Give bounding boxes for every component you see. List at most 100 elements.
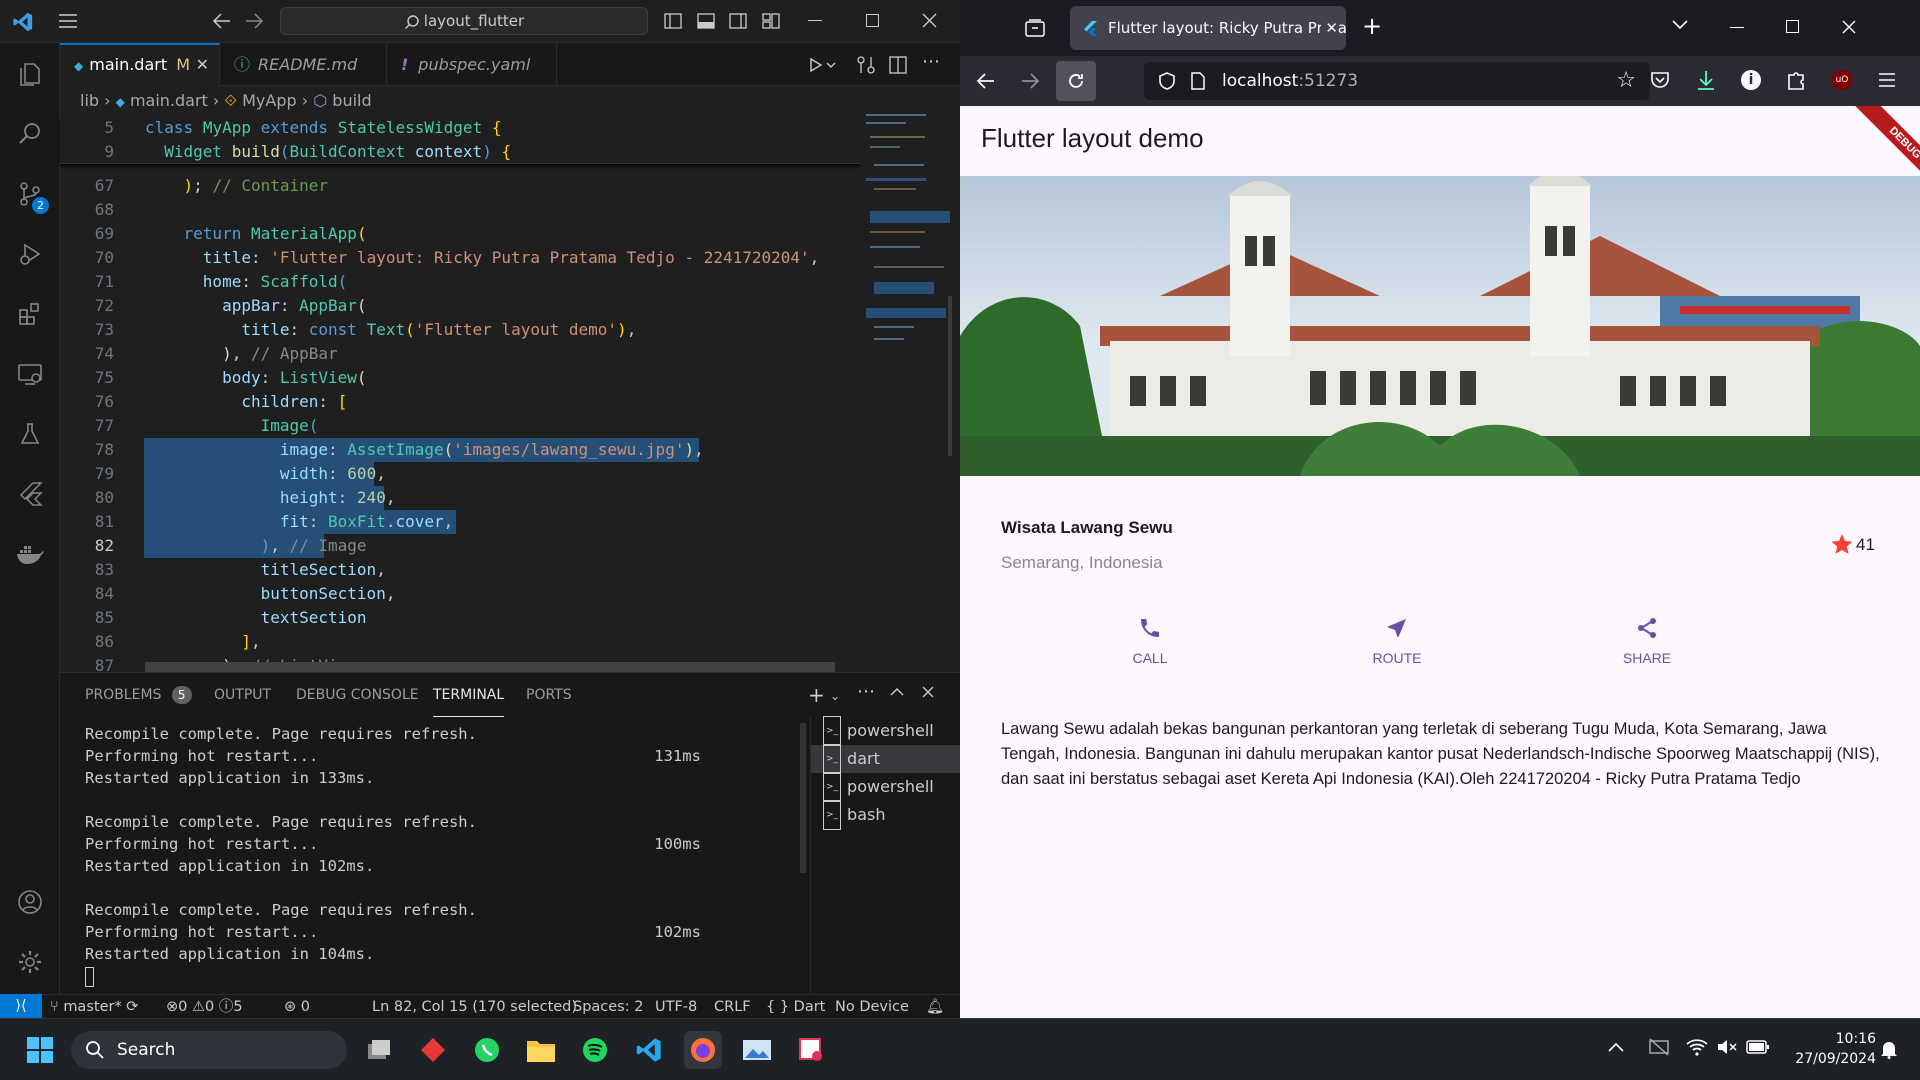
route-button[interactable]: ROUTE [1362, 616, 1432, 686]
extensions-icon[interactable] [0, 285, 60, 343]
firefox-taskbar-icon[interactable] [684, 1031, 722, 1069]
close-panel-icon[interactable] [922, 686, 934, 698]
tab-readme[interactable]: ⓘ README.md [220, 43, 387, 86]
more-actions-icon[interactable]: ⋯ [922, 51, 940, 72]
split-editor-icon[interactable] [888, 55, 908, 75]
show-hidden-icons-icon[interactable] [1608, 1041, 1624, 1053]
minimap[interactable] [860, 86, 960, 672]
reload-button[interactable] [1056, 61, 1096, 101]
breadcrumb-file[interactable]: main.dart [130, 91, 208, 110]
branch-indicator[interactable]: ⑂ master* ⟳ [50, 995, 138, 1018]
language-mode[interactable]: { } Dart [766, 995, 825, 1018]
new-terminal-icon[interactable]: + [808, 683, 825, 707]
extension-info-icon[interactable]: i [1741, 70, 1761, 90]
breadcrumb-class[interactable]: MyApp [242, 91, 297, 110]
maximize-icon[interactable] [1786, 20, 1799, 33]
terminal-item[interactable]: >_ dart [811, 744, 960, 774]
source-control-icon[interactable]: 2 [0, 165, 60, 223]
horizontal-scrollbar[interactable] [145, 662, 835, 672]
forward-arrow-icon[interactable] [244, 12, 264, 30]
tab-main-dart[interactable]: ◆ main.dart M ✕ [60, 43, 220, 86]
remote-indicator-icon[interactable]: ⟩⟨ [0, 994, 42, 1018]
device-selector[interactable]: No Device [835, 995, 909, 1018]
network-off-icon[interactable] [1648, 1037, 1670, 1057]
chevron-down-icon[interactable]: ⌄ [830, 689, 840, 703]
flutter-icon[interactable] [0, 465, 60, 523]
menu-icon[interactable] [58, 12, 78, 30]
volume-muted-icon[interactable] [1716, 1037, 1738, 1057]
cursor-position[interactable]: Ln 82, Col 15 (170 selected) [372, 995, 577, 1018]
customize-layout-icon[interactable] [762, 12, 780, 30]
whatsapp-icon[interactable] [468, 1031, 506, 1069]
settings-gear-icon[interactable] [0, 933, 60, 991]
tab-output[interactable]: OUTPUT [214, 673, 271, 717]
terminal-scrollbar[interactable] [800, 723, 806, 873]
snipping-tool-icon[interactable] [792, 1031, 830, 1069]
remote-explorer-icon[interactable] [0, 345, 60, 403]
vscode-taskbar-icon[interactable] [630, 1031, 668, 1069]
toggle-sidebar-icon[interactable] [664, 12, 682, 30]
url-bar[interactable]: localhost:51273 ☆ [1144, 62, 1650, 100]
code-editor[interactable]: 67 ); // Container 68 69 return Material… [60, 116, 860, 675]
taskbar-search-box[interactable]: Search [71, 1031, 347, 1069]
back-arrow-icon[interactable] [212, 12, 232, 30]
accounts-icon[interactable] [0, 873, 60, 931]
tab-pubspec[interactable]: ! pubspec.yaml [387, 43, 557, 86]
battery-icon[interactable] [1746, 1039, 1770, 1055]
back-arrow-icon[interactable] [976, 71, 996, 91]
firefox-view-icon[interactable] [1024, 18, 1046, 38]
run-icon[interactable] [807, 55, 837, 75]
command-center-search[interactable]: layout_flutter [280, 7, 648, 35]
share-button[interactable]: SHARE [1612, 616, 1682, 686]
clock[interactable]: 10:16 27/09/2024 [1786, 1029, 1876, 1069]
breadcrumb-method[interactable]: build [332, 91, 371, 110]
pocket-icon[interactable] [1650, 70, 1670, 90]
tab-terminal[interactable]: TERMINAL [433, 673, 505, 717]
testing-icon[interactable] [0, 405, 60, 463]
shield-icon[interactable] [1158, 72, 1176, 90]
problems-indicator[interactable]: ⊗0 ⚠0 ⓘ5 [166, 995, 243, 1018]
terminal-output[interactable]: Recompile complete. Page requires refres… [85, 723, 795, 987]
list-all-tabs-icon[interactable] [1672, 20, 1688, 30]
tab-ports[interactable]: PORTS [526, 673, 572, 717]
wifi-icon[interactable] [1686, 1037, 1708, 1057]
end-of-line[interactable]: CRLF [714, 995, 751, 1018]
ports-indicator[interactable]: ⊛ 0 [284, 995, 310, 1018]
notifications-bell-icon[interactable]: 🔔︎ [926, 995, 944, 1018]
new-tab-icon[interactable]: + [1362, 12, 1382, 40]
tab-close-icon[interactable]: ✕ [196, 45, 209, 85]
terminal-item[interactable]: >_ powershell [811, 772, 960, 802]
app-menu-icon[interactable] [1878, 72, 1896, 88]
ublock-origin-icon[interactable]: uO [1832, 70, 1852, 90]
minimize-icon[interactable] [808, 20, 822, 21]
file-explorer-icon[interactable] [522, 1031, 560, 1069]
notification-bell-icon[interactable] [1880, 1039, 1898, 1059]
terminal-item[interactable]: >_ bash [811, 800, 960, 830]
explorer-icon[interactable] [0, 45, 60, 103]
minimize-icon[interactable] [1730, 27, 1744, 28]
task-view-icon[interactable] [360, 1031, 398, 1069]
photos-icon[interactable] [738, 1031, 776, 1069]
toggle-secondary-sidebar-icon[interactable] [729, 12, 747, 30]
forward-arrow-icon[interactable] [1020, 71, 1040, 91]
breadcrumb-lib[interactable]: lib [80, 91, 99, 110]
tab-debug-console[interactable]: DEBUG CONSOLE [296, 673, 419, 717]
toggle-panel-icon[interactable] [697, 12, 715, 30]
search-view-icon[interactable] [0, 105, 60, 163]
more-actions-icon[interactable]: ⋯ [857, 681, 875, 702]
encoding[interactable]: UTF-8 [655, 995, 697, 1018]
indentation[interactable]: Spaces: 2 [573, 995, 643, 1018]
maximize-icon[interactable] [866, 14, 879, 27]
close-tab-icon[interactable]: ✕ [1321, 6, 1338, 50]
docker-icon[interactable] [0, 525, 60, 583]
bookmark-star-icon[interactable]: ☆ [1616, 62, 1636, 100]
browser-tab-active[interactable]: Flutter layout: Ricky Putra Pratar ✕ [1070, 6, 1346, 50]
sticky-scroll[interactable]: 5 class MyApp extends StatelessWidget { … [60, 116, 860, 164]
downloads-icon[interactable] [1696, 69, 1716, 91]
spotify-icon[interactable] [576, 1031, 614, 1069]
close-icon[interactable] [922, 13, 937, 28]
open-changes-icon[interactable] [856, 55, 876, 75]
call-button[interactable]: CALL [1120, 616, 1180, 686]
app-icon-red[interactable] [414, 1031, 452, 1069]
terminal-item[interactable]: >_ powershell [811, 716, 960, 746]
